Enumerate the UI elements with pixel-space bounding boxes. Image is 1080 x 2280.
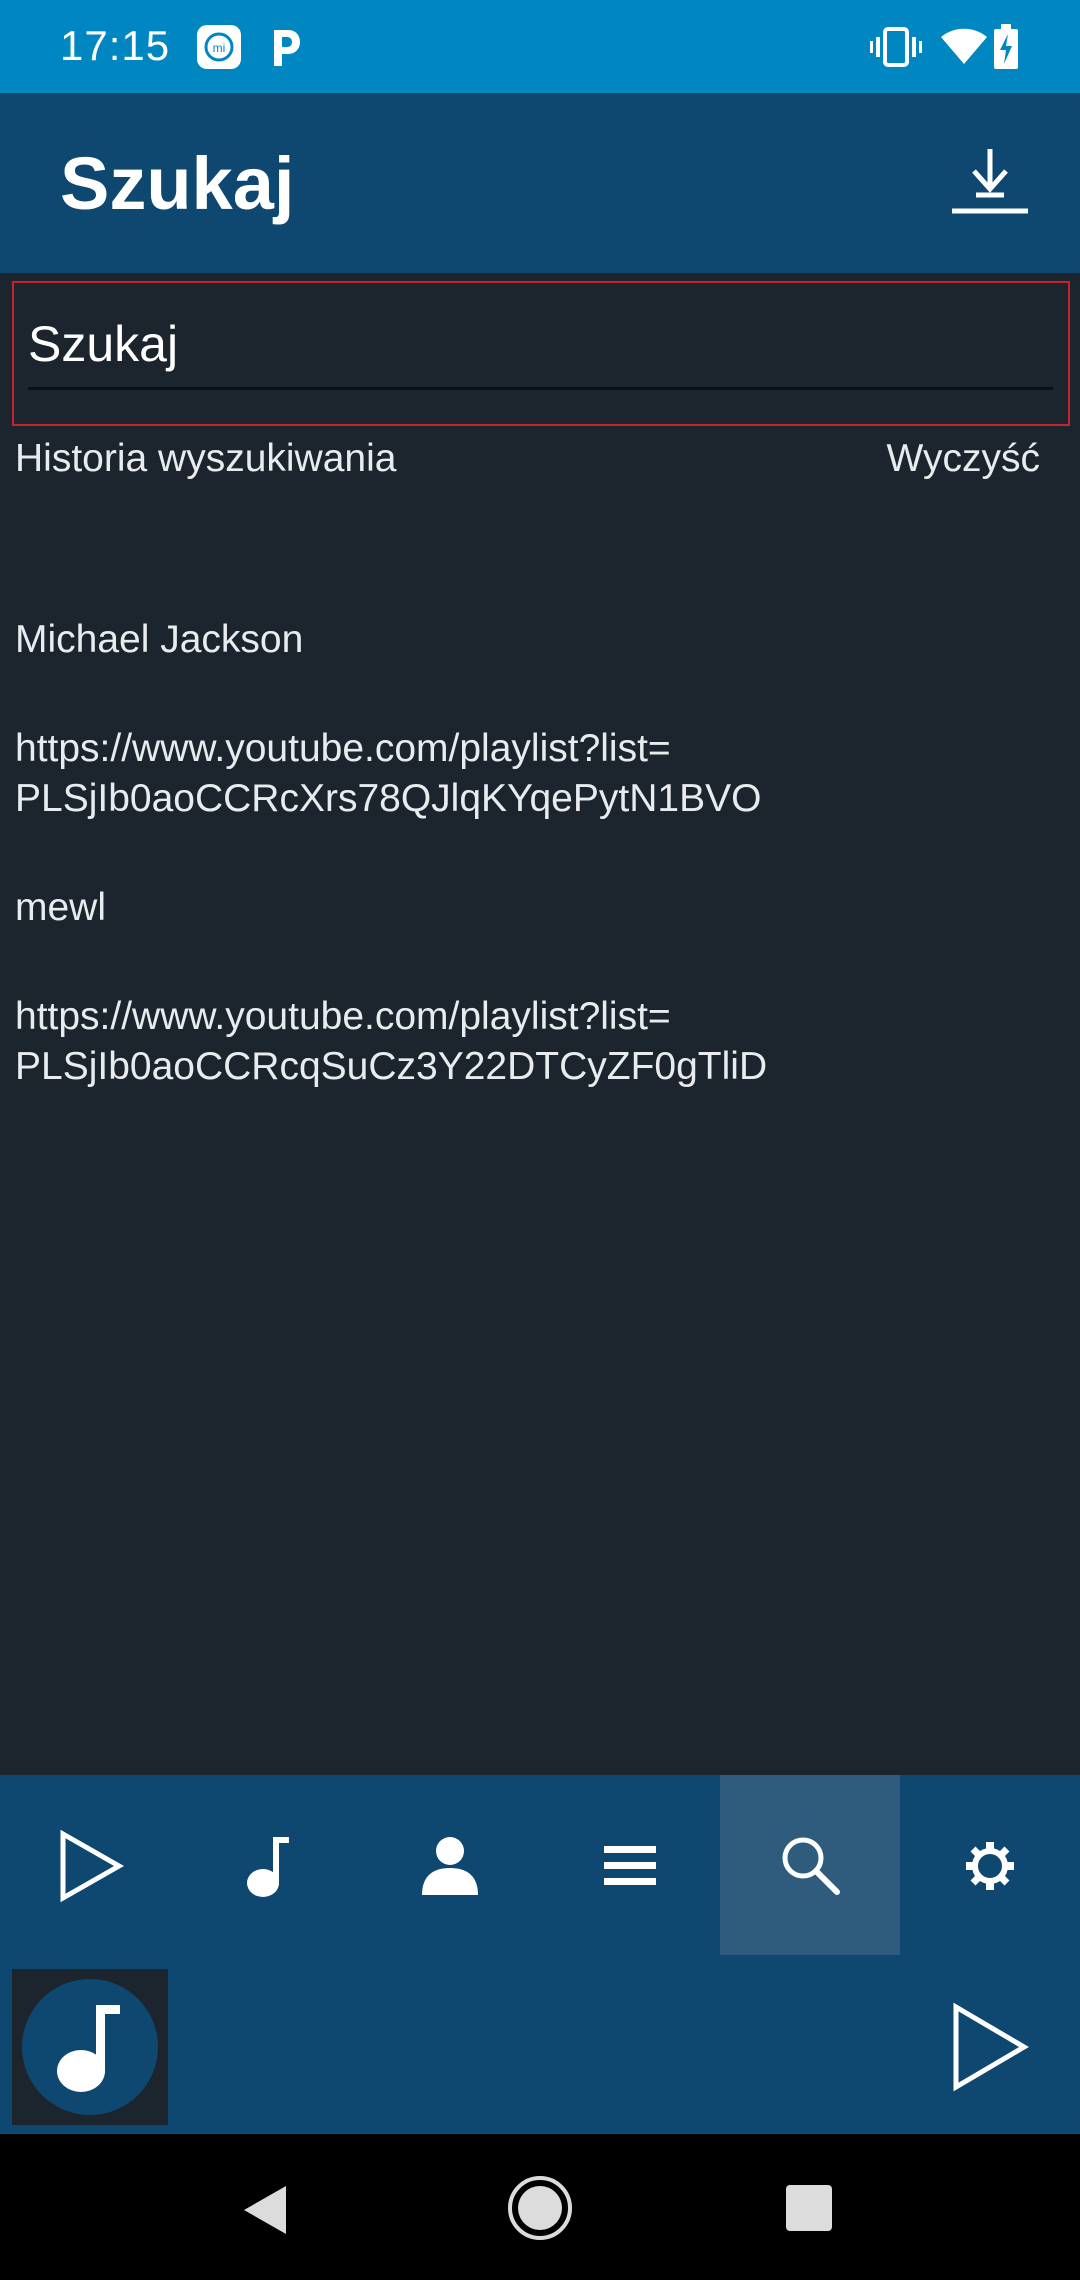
p-app-icon <box>268 26 304 73</box>
history-item[interactable]: https://www.youtube.com/playlist?list= P… <box>15 724 1055 824</box>
nav-play[interactable] <box>0 1775 180 1957</box>
history-item-text: PLSjIb0aoCCRcqSuCz3Y22DTCyZF0gTliD <box>15 1045 768 1088</box>
history-list: Michael Jackson https://www.youtube.com/… <box>15 615 1055 1151</box>
menu-icon <box>604 1846 656 1885</box>
page-title: Szukaj <box>60 142 295 225</box>
system-nav-bar <box>0 2134 1080 2280</box>
nav-search[interactable] <box>720 1775 900 1955</box>
home-circle-icon <box>508 2176 572 2240</box>
history-header: Historia wyszukiwania <box>15 437 397 480</box>
history-item-text: Michael Jackson <box>15 618 304 661</box>
vibrate-icon <box>870 26 922 73</box>
search-icon <box>782 1837 840 1895</box>
history-item-text: https://www.youtube.com/playlist?list= <box>15 995 671 1038</box>
player-play-button[interactable] <box>950 2002 1030 2092</box>
music-note-icon <box>247 1837 289 1897</box>
back-triangle-icon <box>244 2186 286 2234</box>
bottom-nav <box>0 1775 1080 1957</box>
history-item[interactable]: https://www.youtube.com/playlist?list= P… <box>15 992 1055 1092</box>
system-home-button[interactable] <box>506 2174 574 2247</box>
album-art-circle <box>22 1979 158 2115</box>
system-back-button[interactable] <box>240 2184 288 2241</box>
nav-playlists[interactable] <box>540 1775 720 1957</box>
album-art[interactable] <box>12 1969 168 2125</box>
system-recents-button[interactable] <box>786 2185 832 2231</box>
nav-artists[interactable] <box>360 1775 540 1957</box>
search-underline <box>28 387 1053 390</box>
download-icon <box>952 149 1028 214</box>
mini-player <box>0 1957 1080 2134</box>
history-item[interactable]: mewl <box>15 883 1055 933</box>
music-note-icon <box>57 2005 120 2092</box>
person-icon <box>422 1837 478 1895</box>
status-bar: 17:15 mi <box>0 0 1080 93</box>
clear-history-button[interactable]: Wyczyść <box>887 437 1040 481</box>
history-item-text: mewl <box>15 886 107 929</box>
history-item[interactable]: Michael Jackson <box>15 615 1055 665</box>
settings-icon <box>966 1842 1014 1890</box>
history-item-text: PLSjIb0aoCCRcXrs78QJlqKYqePytN1BVO <box>15 777 762 820</box>
app-bar: Szukaj <box>0 93 1080 273</box>
nav-settings[interactable] <box>900 1775 1080 1957</box>
nav-songs[interactable] <box>180 1775 360 1957</box>
download-button[interactable] <box>940 143 1040 223</box>
svg-text:mi: mi <box>213 41 226 55</box>
wifi-icon <box>940 26 988 71</box>
history-item-text: https://www.youtube.com/playlist?list= <box>15 727 671 770</box>
battery-charging-icon <box>992 24 1020 75</box>
mi-app-icon: mi <box>196 24 242 75</box>
search-input[interactable] <box>28 313 1053 375</box>
play-icon <box>953 2002 1029 2092</box>
search-box <box>12 281 1070 426</box>
play-icon <box>60 1829 125 1903</box>
status-time: 17:15 <box>60 22 171 69</box>
